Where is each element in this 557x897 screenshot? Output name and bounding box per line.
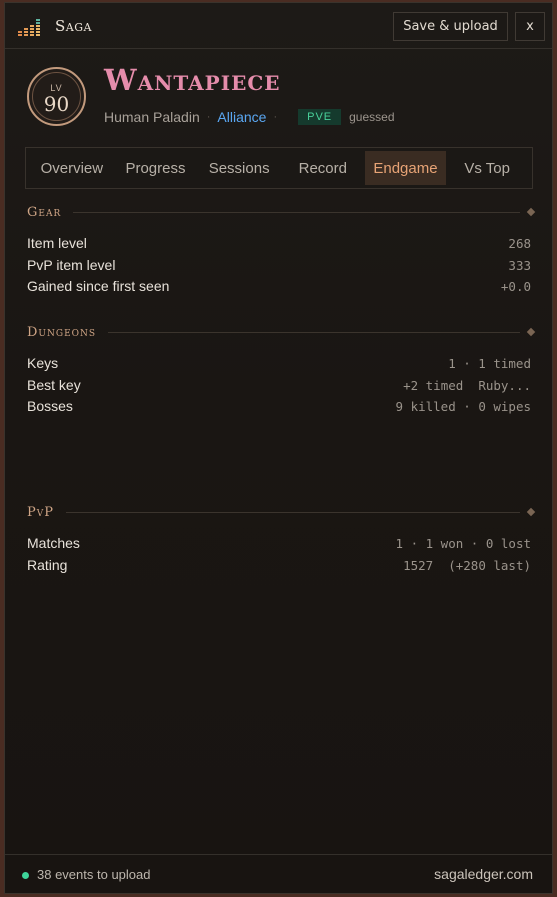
- section-pvp-header: PvP: [27, 504, 536, 520]
- tab-record[interactable]: Record: [281, 151, 365, 185]
- stat-row: Keys 1 · 1 timed: [27, 353, 531, 373]
- stat-label: PvP item level: [27, 257, 116, 273]
- character-name: Wantapiece: [104, 63, 281, 97]
- section-title: Gear: [27, 204, 62, 220]
- section-title: PvP: [27, 504, 54, 520]
- app-title: Saga: [55, 17, 92, 35]
- title-bar: Saga Save & upload x: [5, 3, 552, 49]
- diamond-icon: [526, 207, 536, 217]
- stat-value: +0.0: [500, 278, 531, 294]
- app-window: Saga Save & upload x LV 90 Wantapiece Hu…: [4, 2, 553, 894]
- level-value: 90: [43, 92, 70, 116]
- divider: [73, 211, 520, 213]
- stat-label: Gained since first seen: [27, 278, 170, 294]
- stat-label: Item level: [27, 235, 87, 251]
- stat-label: Best key: [27, 377, 81, 393]
- section-gear-header: Gear: [27, 204, 536, 220]
- mode-badge: PVE: [298, 109, 342, 125]
- mode-note: guessed: [349, 110, 395, 124]
- stat-value: +2 timed Ruby...: [403, 377, 531, 393]
- diamond-icon: [526, 327, 536, 337]
- stat-row: Matches 1 · 1 won · 0 lost: [27, 533, 531, 553]
- stat-label: Rating: [27, 557, 68, 573]
- section-dungeons-header: Dungeons: [27, 324, 536, 340]
- save-upload-button[interactable]: Save & upload: [393, 12, 508, 41]
- stat-row: PvP item level 333: [27, 255, 531, 275]
- upload-status: 38 events to upload: [37, 867, 151, 882]
- status-footer: 38 events to upload sagaledger.com: [5, 854, 552, 894]
- stat-label: Matches: [27, 535, 80, 551]
- diamond-icon: [526, 507, 536, 517]
- stat-value: 268: [508, 235, 531, 251]
- stat-value: 333: [508, 257, 531, 273]
- level-badge: LV 90: [27, 67, 86, 126]
- stat-row: Best key +2 timed Ruby...: [27, 375, 531, 395]
- close-button[interactable]: x: [515, 12, 545, 41]
- tab-overview[interactable]: Overview: [30, 151, 114, 185]
- faction-label: Alliance: [217, 109, 267, 125]
- tab-vs-top[interactable]: Vs Top: [446, 151, 528, 185]
- stat-row: Rating 1527 (+280 last): [27, 555, 531, 575]
- stat-row: Gained since first seen +0.0: [27, 276, 531, 296]
- tab-sessions[interactable]: Sessions: [197, 151, 281, 185]
- stat-value: 1 · 1 timed: [448, 355, 531, 371]
- stat-row: Bosses 9 killed · 0 wipes: [27, 396, 531, 416]
- stat-value: 1527 (+280 last): [403, 557, 531, 573]
- divider: [108, 331, 520, 333]
- stat-label: Keys: [27, 355, 59, 371]
- section-title: Dungeons: [27, 324, 97, 340]
- level-label: LV: [50, 83, 63, 93]
- divider: [66, 511, 520, 513]
- tab-progress[interactable]: Progress: [114, 151, 198, 185]
- stat-value: 9 killed · 0 wipes: [395, 398, 531, 414]
- stat-label: Bosses: [27, 398, 73, 414]
- separator: ·: [206, 111, 211, 123]
- tab-bar: Overview Progress Sessions Record Endgam…: [25, 147, 533, 189]
- tab-endgame[interactable]: Endgame: [364, 151, 447, 185]
- site-link[interactable]: sagaledger.com: [434, 866, 533, 882]
- separator: ·: [273, 111, 278, 123]
- stat-value: 1 · 1 won · 0 lost: [395, 535, 531, 551]
- stat-row: Item level 268: [27, 233, 531, 253]
- race-class: Human Paladin: [104, 109, 200, 125]
- character-info: Human Paladin · Alliance · PVE guessed: [104, 107, 395, 127]
- app-logo-icon: [18, 19, 40, 36]
- status-dot-icon: [22, 872, 29, 879]
